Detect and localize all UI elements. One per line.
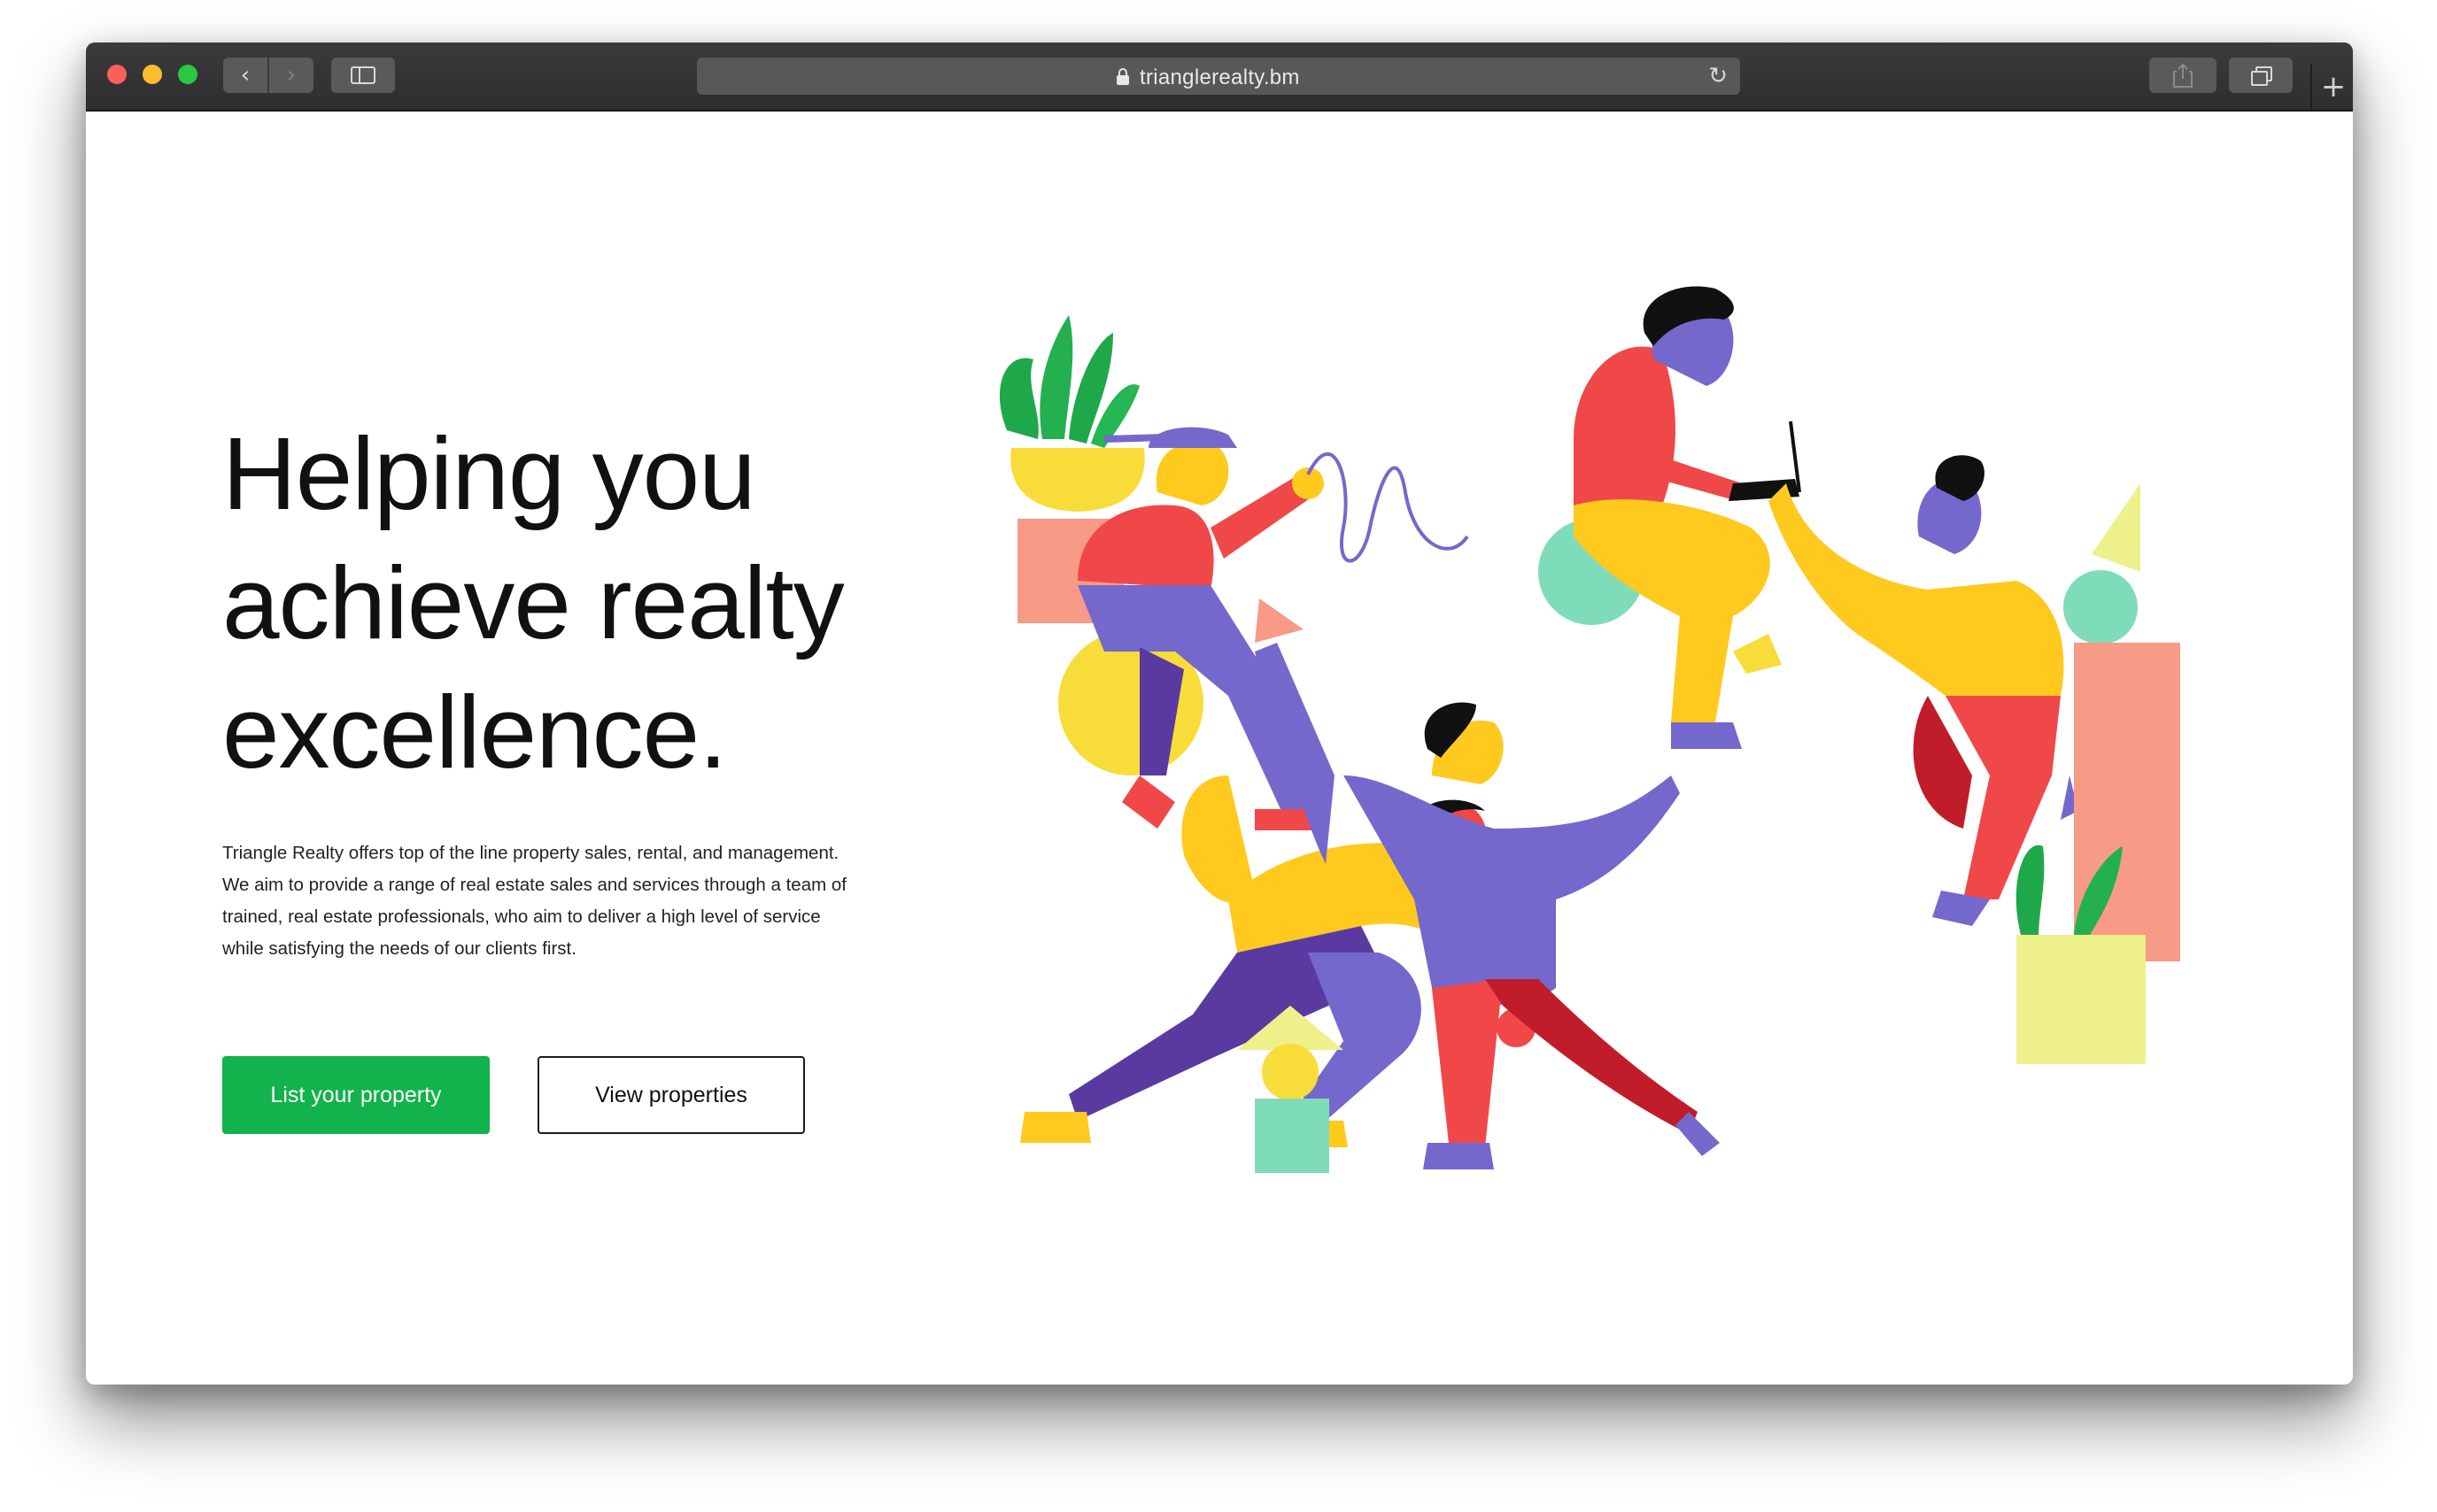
lock-icon xyxy=(1117,68,1129,85)
share-icon xyxy=(2173,63,2193,88)
hero-description: Triangle Realty offers top of the line p… xyxy=(222,837,895,965)
chevron-left-icon: ‹ xyxy=(240,62,251,89)
history-nav-group: ‹ › xyxy=(223,58,313,93)
chevron-right-icon: › xyxy=(286,62,297,89)
page-content: Helping you achieve realty excellence. T… xyxy=(86,112,2353,1385)
new-tab-button[interactable]: + xyxy=(2310,64,2353,110)
list-property-button[interactable]: List your property xyxy=(222,1056,490,1134)
browser-toolbar: ‹ › trianglerealty.bm ↻ + xyxy=(86,42,2353,112)
close-window-button[interactable] xyxy=(107,65,127,84)
hero-description-line: Triangle Realty offers top of the line p… xyxy=(222,843,839,863)
browser-window: ‹ › trianglerealty.bm ↻ + Helping you ac… xyxy=(86,42,2353,1385)
back-button[interactable]: ‹ xyxy=(223,58,267,93)
share-button[interactable] xyxy=(2149,58,2217,93)
plus-icon: + xyxy=(2320,69,2347,104)
hero-description-line: trained, real estate professionals, who … xyxy=(222,906,821,927)
hero-title-line: Helping you xyxy=(222,416,756,531)
url-text: trianglerealty.bm xyxy=(1140,66,1300,89)
sidebar-toggle-button[interactable] xyxy=(331,58,395,93)
hero-illustration xyxy=(999,286,2180,1173)
show-tabs-button[interactable] xyxy=(2229,58,2293,93)
sidebar-icon xyxy=(351,66,375,84)
address-bar[interactable]: trianglerealty.bm ↻ xyxy=(697,58,1740,95)
tabs-icon xyxy=(2251,66,2272,86)
forward-button[interactable]: › xyxy=(267,58,313,93)
hero-title: Helping you achieve realty excellence. xyxy=(222,409,948,797)
hero-description-line: while satisfying the needs of our client… xyxy=(222,938,576,959)
person-laptop xyxy=(1574,286,1801,749)
hero-description-line: We aim to provide a range of real estate… xyxy=(222,875,847,895)
hero-title-line: achieve realty xyxy=(222,545,845,660)
minimize-window-button[interactable] xyxy=(143,65,162,84)
reload-icon[interactable]: ↻ xyxy=(1708,63,1728,89)
view-properties-button[interactable]: View properties xyxy=(538,1056,805,1134)
hero-title-line: excellence. xyxy=(222,675,727,790)
zoom-window-button[interactable] xyxy=(178,65,197,84)
